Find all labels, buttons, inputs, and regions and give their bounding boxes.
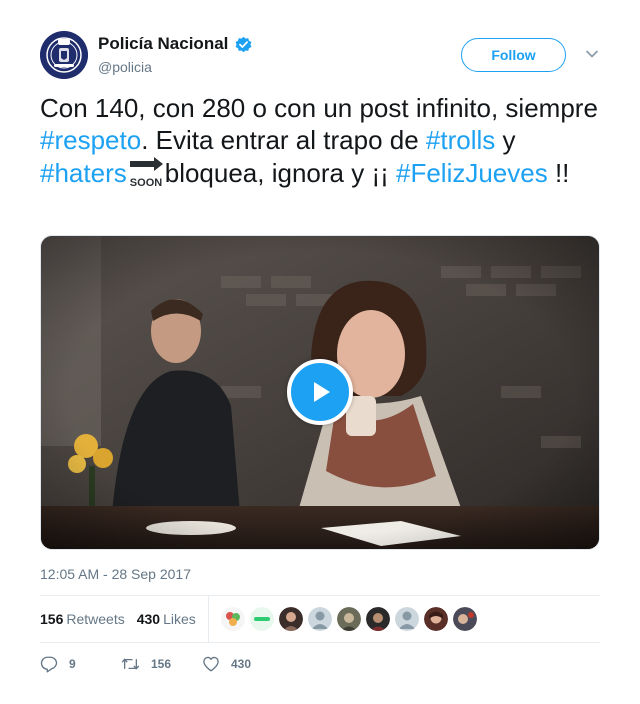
liker-avatar[interactable] (336, 607, 361, 631)
tweet-text-part: !! (547, 158, 570, 188)
chevron-down-icon[interactable] (585, 47, 599, 61)
retweets-count: 156 (40, 611, 64, 627)
liker-avatar[interactable] (278, 607, 303, 631)
retweet-count: 156 (151, 657, 172, 671)
reply-button[interactable]: 9 (40, 655, 121, 673)
liker-avatar[interactable] (394, 607, 419, 631)
tweet-timestamp[interactable]: 12:05 AM - 28 Sep 2017 (40, 566, 191, 582)
avatar[interactable] (40, 31, 88, 79)
soon-label: SOON (130, 177, 162, 188)
hashtag-haters[interactable]: #haters (40, 158, 127, 188)
author-name[interactable]: Policía Nacional (98, 34, 228, 54)
hashtag-respeto[interactable]: #respeto (40, 125, 141, 155)
video-player[interactable] (40, 235, 600, 550)
tweet-text-part: bloquea, ignora y ¡¡ (164, 158, 396, 188)
tweet-header: Policía Nacional @policia Follow (40, 31, 600, 79)
stats-divider (207, 596, 209, 642)
liker-avatar[interactable] (452, 607, 477, 631)
retweets-stat[interactable]: 156 Retweets (40, 611, 125, 627)
liker-avatar[interactable] (249, 607, 274, 631)
like-count: 430 (231, 657, 252, 671)
liker-avatar[interactable] (220, 607, 245, 631)
hashtag-felizjueves[interactable]: #FelizJueves (396, 158, 548, 188)
liker-avatar[interactable] (365, 607, 390, 631)
verified-badge-icon (234, 35, 253, 54)
tweet-text: Con 140, con 280 o con un post infinito,… (40, 92, 600, 189)
likes-stat[interactable]: 430 Likes (137, 611, 196, 627)
likers-avatars (220, 607, 482, 631)
play-icon (314, 382, 330, 402)
tweet-actions: 9 156 430 (40, 654, 251, 674)
retweet-button[interactable]: 156 (121, 655, 202, 673)
hashtag-trolls[interactable]: #trolls (426, 125, 495, 155)
name-row: Policía Nacional (98, 34, 253, 54)
soon-arrow-emoji: SOON (128, 156, 164, 189)
play-button[interactable] (287, 359, 353, 425)
heart-icon (203, 656, 219, 672)
tweet-text-part: y (495, 125, 516, 155)
author-handle[interactable]: @policia (98, 59, 152, 75)
reply-count: 9 (69, 657, 76, 671)
tweet-stats: 156 Retweets 430 Likes (40, 595, 600, 643)
likes-label: Likes (163, 611, 196, 627)
reply-icon (40, 656, 58, 673)
likes-count: 430 (136, 611, 161, 627)
retweet-icon (121, 658, 140, 670)
follow-button[interactable]: Follow (461, 38, 566, 72)
retweets-label: Retweets (66, 611, 125, 627)
tweet-text-part: . Evita entrar al trapo de (141, 125, 426, 155)
tweet-text-part: Con 140, con 280 o con un post infinito,… (40, 93, 598, 123)
like-button[interactable]: 430 (202, 655, 251, 673)
liker-avatar[interactable] (307, 607, 332, 631)
liker-avatar[interactable] (423, 607, 448, 631)
